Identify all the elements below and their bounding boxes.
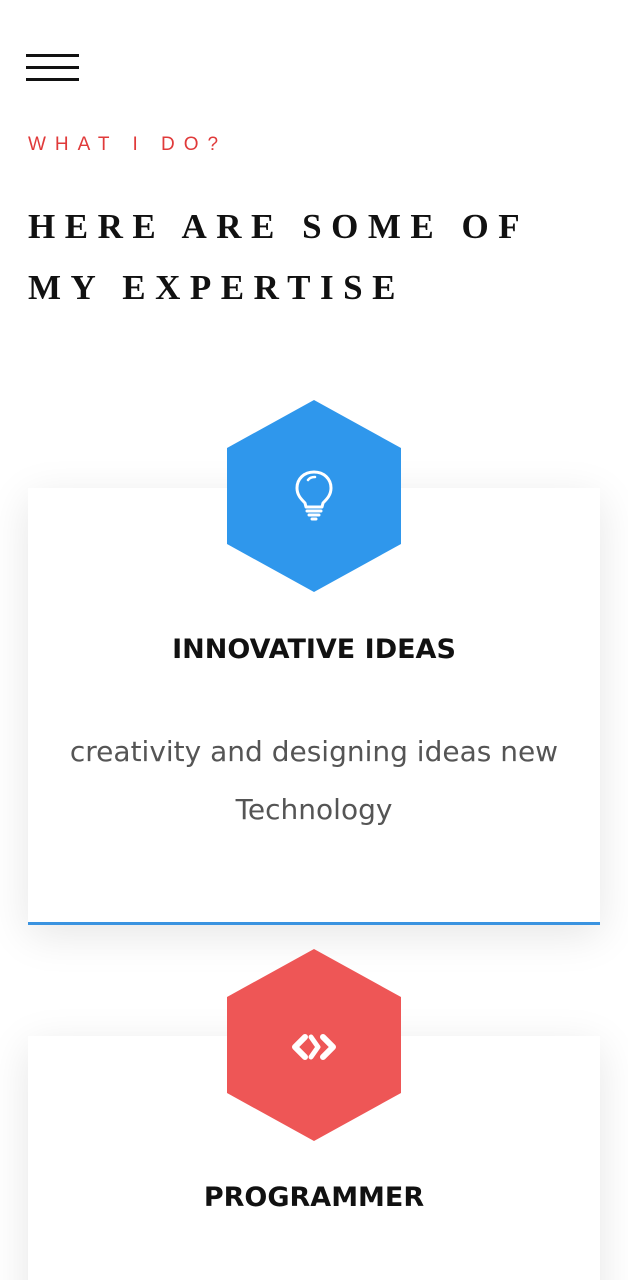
menu-bar — [26, 66, 79, 69]
card-title: PROGRAMMER — [203, 1182, 425, 1213]
section-eyebrow: WHAT I DO? — [28, 134, 228, 155]
section-title: HERE ARE SOME OF MY EXPERTISE — [28, 207, 528, 307]
card-title: INNOVATIVE IDEAS — [172, 634, 456, 665]
lightbulb-icon — [295, 470, 333, 521]
card-text: creativity and designing ideas new Techn… — [69, 735, 559, 826]
code-icon — [292, 1034, 336, 1060]
menu-bar — [26, 78, 79, 81]
hamburger-menu-icon[interactable] — [26, 54, 79, 82]
menu-bar — [26, 54, 79, 57]
page: WHAT I DO? HERE ARE SOME OF MY EXPERTISE… — [0, 0, 628, 1280]
